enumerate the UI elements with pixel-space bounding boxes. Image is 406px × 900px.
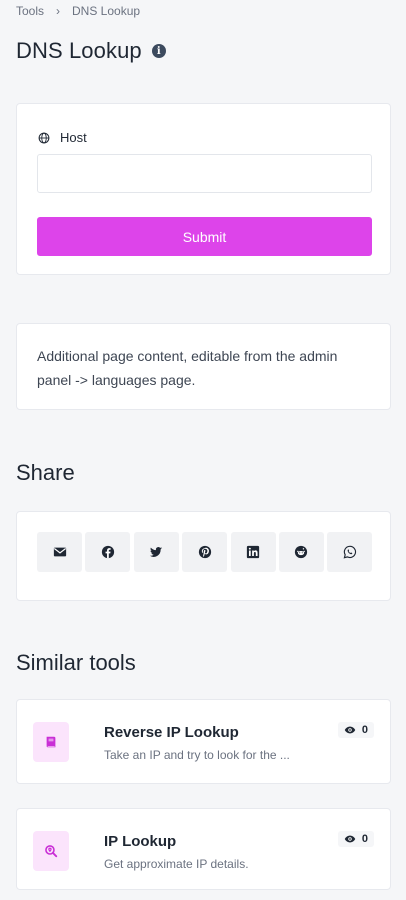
additional-content-text: Additional page content, editable from t… — [37, 348, 338, 388]
share-facebook-button[interactable] — [85, 532, 131, 572]
tool-description: Get approximate IP details. — [104, 857, 249, 871]
facebook-icon — [101, 545, 115, 559]
share-whatsapp-button[interactable] — [327, 532, 373, 572]
page-title: DNS Lookup — [16, 38, 142, 63]
submit-button[interactable]: Submit — [37, 217, 372, 256]
chevron-right-icon: › — [56, 4, 61, 18]
whatsapp-icon — [343, 545, 356, 559]
breadcrumb-current: DNS Lookup — [72, 4, 141, 18]
search-location-icon — [45, 845, 58, 858]
breadcrumb: Tools › DNS Lookup — [16, 4, 140, 18]
tool-description: Take an IP and try to look for the ... — [104, 748, 290, 762]
views-badge: 0 — [337, 722, 374, 738]
similar-tools-title: Similar tools — [16, 650, 136, 675]
share-pinterest-button[interactable] — [182, 532, 228, 572]
email-icon — [53, 547, 66, 557]
views-count: 0 — [361, 724, 368, 736]
tool-name[interactable]: IP Lookup — [104, 833, 176, 850]
host-label: Host — [60, 130, 87, 145]
pinterest-icon — [198, 545, 211, 559]
lookup-form-card: Host Submit — [16, 103, 391, 275]
book-icon — [46, 736, 56, 748]
linkedin-icon — [246, 545, 260, 559]
share-twitter-button[interactable] — [133, 532, 179, 572]
tool-card-reverse-ip-lookup[interactable]: Reverse IP Lookup Take an IP and try to … — [16, 699, 391, 784]
share-email-button[interactable] — [37, 532, 82, 572]
eye-icon — [344, 726, 356, 734]
additional-content-card: Additional page content, editable from t… — [16, 323, 391, 410]
tool-name[interactable]: Reverse IP Lookup — [104, 724, 239, 741]
breadcrumb-tools-link[interactable]: Tools — [16, 4, 44, 18]
views-badge: 0 — [337, 831, 374, 847]
info-icon[interactable]: i — [151, 44, 166, 58]
share-linkedin-button[interactable] — [230, 532, 276, 572]
share-section-title: Share — [16, 460, 75, 485]
share-card — [16, 511, 391, 601]
tool-card-ip-lookup[interactable]: IP Lookup Get approximate IP details. 0 — [16, 808, 391, 890]
reddit-icon — [295, 545, 308, 559]
host-input[interactable] — [37, 154, 372, 193]
tool-icon-box — [33, 831, 69, 871]
tool-icon-box — [33, 722, 69, 762]
title-row: DNS Lookup i — [16, 37, 166, 65]
views-count: 0 — [361, 833, 368, 845]
share-buttons — [37, 532, 376, 572]
twitter-icon — [150, 547, 163, 557]
share-reddit-button[interactable] — [278, 532, 324, 572]
eye-icon — [344, 835, 356, 843]
globe-icon — [38, 132, 50, 143]
host-label-row: Host — [38, 130, 87, 145]
